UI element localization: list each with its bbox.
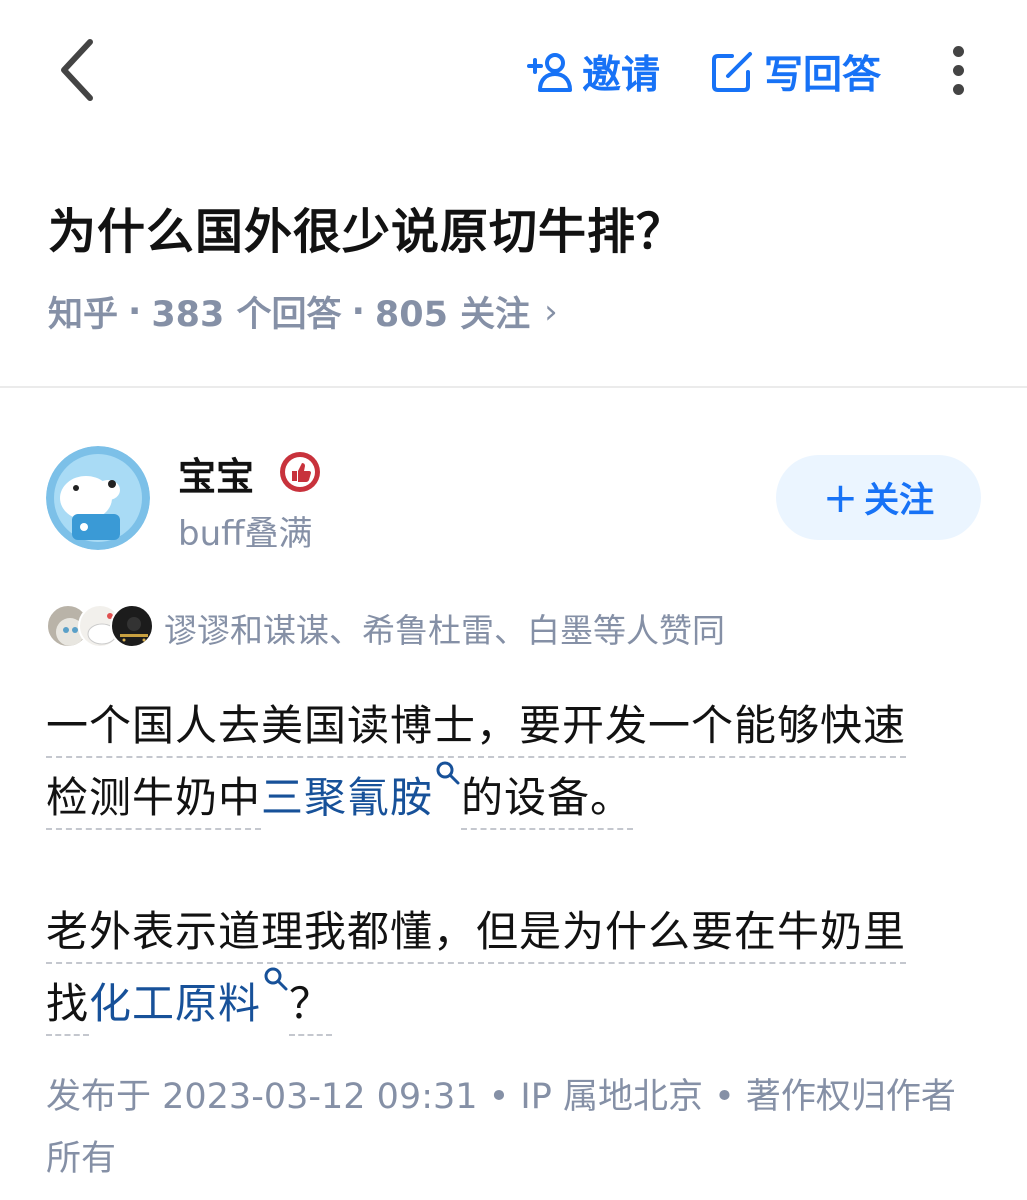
plus-icon: +	[822, 473, 859, 522]
answer-paragraph-1-line-1: 一个国人去美国读博士，要开发一个能够快速	[46, 692, 907, 758]
invite-label: 邀请	[582, 53, 661, 98]
more-dot-icon	[952, 46, 964, 57]
section-divider	[0, 386, 1027, 388]
edit-icon	[712, 52, 752, 92]
invite-button[interactable]: 邀请	[526, 44, 660, 100]
question-title[interactable]: 为什么国外很少说原切牛排？	[48, 192, 988, 262]
follow-label: 关注	[864, 481, 935, 521]
question-meta[interactable]: 知乎 · 383 个回答 · 805 关注 ›	[48, 286, 558, 337]
write-answer-button[interactable]: 写回答	[708, 44, 881, 100]
chevron-right-icon: ›	[544, 291, 558, 332]
meta-separator: ·	[128, 291, 142, 332]
top-bar: 邀请 写回答	[0, 0, 1027, 140]
answer-paragraph-1-line-2: 检测牛奶中三聚氰胺 的设备。	[46, 761, 634, 830]
author-bio: buff叠满	[178, 514, 313, 554]
thumbs-up-badge-icon	[278, 450, 322, 494]
follow-button[interactable]: + 关注	[776, 455, 981, 540]
author-avatar[interactable]	[46, 446, 150, 550]
upvoters-text[interactable]: 谬谬和谋谋、希鲁杜雷、白墨等人赞同	[164, 604, 725, 652]
write-answer-label: 写回答	[764, 53, 882, 98]
answer-paragraph-2-line-2: 找化工原料？	[46, 967, 333, 1036]
answer-count: 383 个回答	[151, 295, 342, 335]
author-name[interactable]: 宝宝	[178, 446, 254, 501]
search-icon	[264, 967, 288, 991]
meta-separator: ·	[351, 291, 365, 332]
chevron-left-icon	[61, 39, 93, 101]
publish-info: 发布于 2023-03-12 09:31 • IP 属地北京 • 著作权归作者所…	[46, 1077, 956, 1179]
search-icon	[436, 761, 460, 785]
keyword-link[interactable]: 三聚氰胺	[261, 761, 461, 822]
add-user-icon	[527, 53, 572, 92]
more-options-button[interactable]	[940, 42, 976, 100]
back-button[interactable]	[52, 36, 108, 104]
answer-paragraph-2-line-1: 老外表示道理我都懂，但是为什么要在牛奶里	[46, 898, 907, 964]
question-source: 知乎	[48, 295, 119, 335]
keyword-link[interactable]: 化工原料	[89, 967, 289, 1028]
voter-avatar	[110, 604, 154, 648]
follower-count: 805 关注	[374, 295, 531, 335]
avatar-image	[46, 446, 150, 550]
